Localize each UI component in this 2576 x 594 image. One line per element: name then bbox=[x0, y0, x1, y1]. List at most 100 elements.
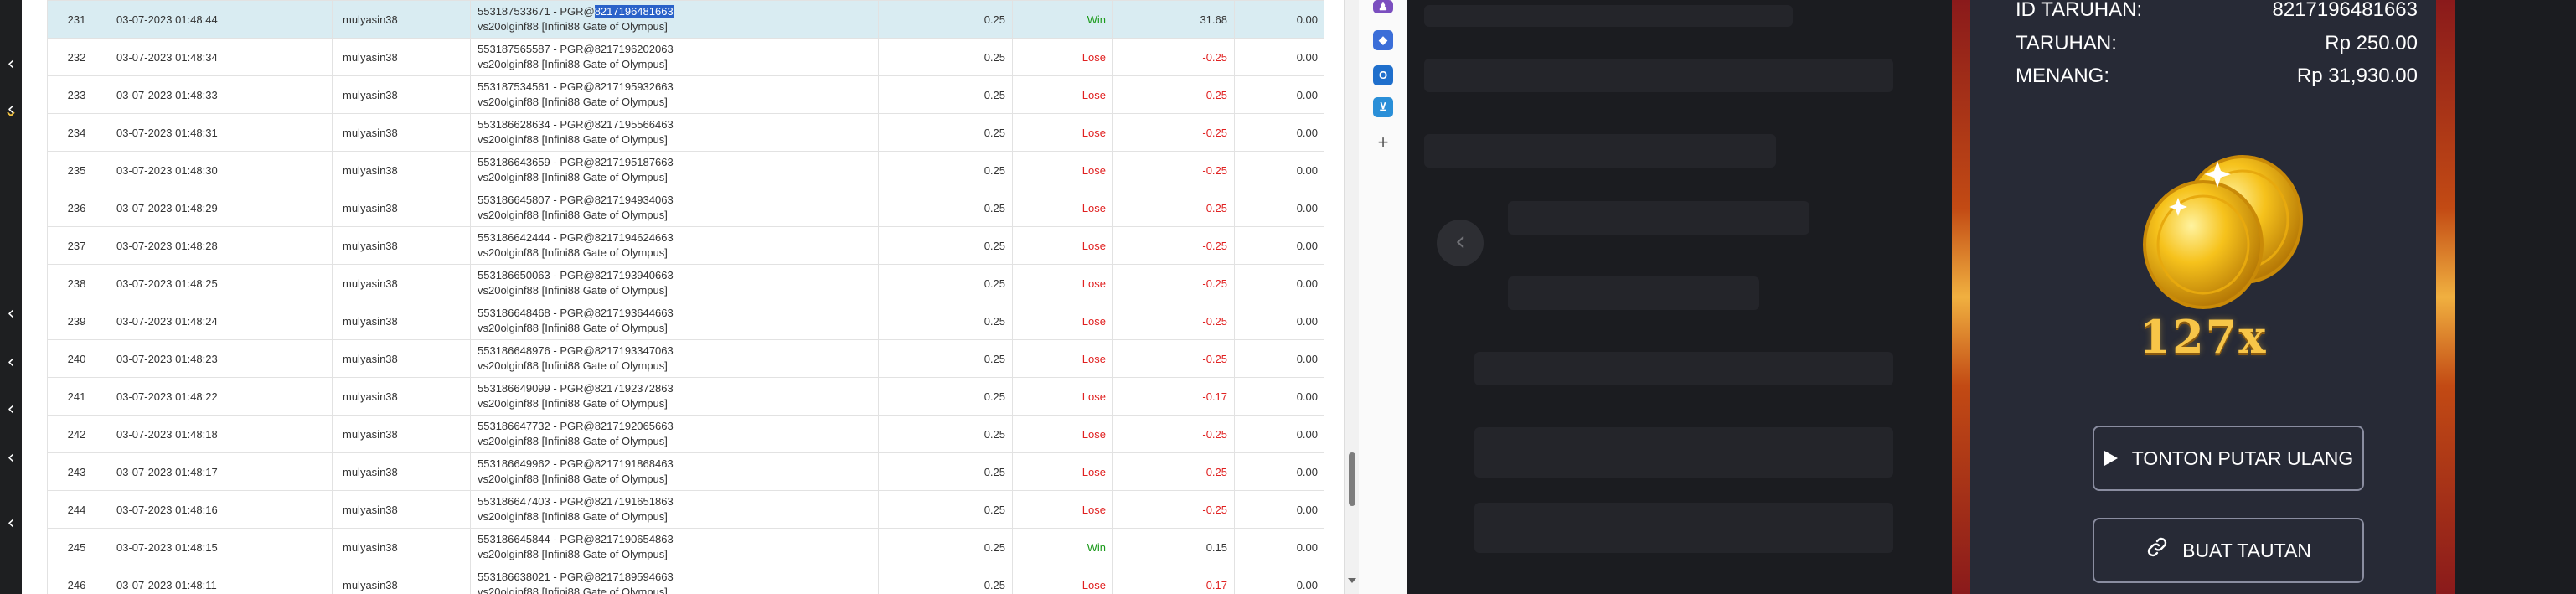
row-username: mulyasin38 bbox=[332, 339, 471, 378]
round-id[interactable]: 8217191868463 bbox=[595, 457, 674, 470]
row-balance: 0.00 bbox=[1234, 226, 1324, 265]
row-result: Lose bbox=[1012, 490, 1113, 529]
bet-id-value: 8217196481663 bbox=[2272, 0, 2418, 21]
game-name: vs20olginf88 [Infini88 Gate of Olympus] bbox=[478, 284, 668, 297]
row-result: Lose bbox=[1012, 452, 1113, 491]
table-row[interactable]: 231 03-07-2023 01:48:44 mulyasin38 55318… bbox=[47, 0, 1324, 39]
play-icon bbox=[2104, 429, 2119, 491]
chevron-down-icon[interactable]: ⌄ bbox=[0, 101, 22, 122]
row-username: mulyasin38 bbox=[332, 151, 471, 189]
left-sidebar: ‹ ‹ ⌄ ‹ ‹ ‹ ‹ ‹ bbox=[0, 0, 22, 594]
chevron-left-icon[interactable]: ‹ bbox=[0, 303, 22, 325]
round-id[interactable]: 8217190654863 bbox=[595, 533, 674, 545]
row-number: 241 bbox=[47, 377, 106, 416]
round-id[interactable]: 8217192372863 bbox=[595, 382, 674, 395]
round-id[interactable]: 8217193347063 bbox=[595, 344, 674, 357]
plus-icon[interactable]: + bbox=[1373, 132, 1393, 152]
scrollbar-thumb[interactable] bbox=[1349, 452, 1355, 506]
bet-id-row: ID TARUHAN: 8217196481663 bbox=[2016, 0, 2418, 23]
table-row[interactable]: 241 03-07-2023 01:48:22 mulyasin38 55318… bbox=[47, 377, 1324, 416]
chevron-left-icon[interactable]: ‹ bbox=[0, 352, 22, 374]
row-winlose: 0.15 bbox=[1112, 528, 1235, 566]
row-result: Win bbox=[1012, 528, 1113, 566]
chevron-left-icon[interactable]: ‹ bbox=[0, 54, 22, 75]
row-result: Lose bbox=[1012, 189, 1113, 227]
game-name: vs20olginf88 [Infini88 Gate of Olympus] bbox=[478, 133, 668, 146]
row-winlose: -0.25 bbox=[1112, 151, 1235, 189]
round-id[interactable]: 8217193940663 bbox=[595, 269, 674, 282]
chevron-left-icon[interactable]: ‹ bbox=[0, 513, 22, 535]
vertical-scrollbar[interactable] bbox=[1344, 0, 1359, 594]
row-date: 03-07-2023 01:48:22 bbox=[106, 377, 333, 416]
row-description: 553186649962 - PGR@8217191868463 vs20olg… bbox=[470, 452, 879, 491]
scroll-down-arrow-icon[interactable] bbox=[1348, 578, 1356, 583]
shopping-icon[interactable]: ⊻ bbox=[1373, 97, 1393, 117]
table-row[interactable]: 239 03-07-2023 01:48:24 mulyasin38 55318… bbox=[47, 302, 1324, 340]
round-id[interactable]: 8217196481663 bbox=[594, 5, 674, 18]
chevron-left-icon[interactable]: ‹ bbox=[0, 399, 22, 421]
table-row[interactable]: 233 03-07-2023 01:48:33 mulyasin38 55318… bbox=[47, 75, 1324, 114]
row-result: Lose bbox=[1012, 339, 1113, 378]
row-number: 235 bbox=[47, 151, 106, 189]
round-id[interactable]: 8217195932663 bbox=[595, 80, 674, 93]
round-id[interactable]: 8217191651863 bbox=[595, 495, 674, 508]
browser-sidebar: ♟ ◆ O ⊻ + bbox=[1359, 0, 1407, 594]
copilot-icon[interactable]: ◆ bbox=[1373, 30, 1393, 50]
row-description: 553187534561 - PGR@8217195932663 vs20olg… bbox=[470, 75, 879, 114]
description-prefix: 553186647403 - PGR@ bbox=[478, 495, 595, 508]
bet-id-label: ID TARUHAN: bbox=[2016, 0, 2143, 21]
row-description: 553186628634 - PGR@8217195566463 vs20olg… bbox=[470, 113, 879, 152]
row-result: Lose bbox=[1012, 415, 1113, 453]
bet-amount-label: TARUHAN: bbox=[2016, 32, 2117, 54]
row-winlose: -0.17 bbox=[1112, 377, 1235, 416]
table-row[interactable]: 238 03-07-2023 01:48:25 mulyasin38 55318… bbox=[47, 264, 1324, 302]
round-id[interactable]: 8217195187663 bbox=[595, 156, 674, 168]
round-id[interactable]: 8217196202063 bbox=[595, 43, 674, 55]
profile-icon[interactable]: ♟ bbox=[1373, 0, 1393, 13]
row-winlose: -0.25 bbox=[1112, 189, 1235, 227]
row-winlose: -0.25 bbox=[1112, 302, 1235, 340]
table-row[interactable]: 246 03-07-2023 01:48:11 mulyasin38 55318… bbox=[47, 566, 1324, 594]
row-bet: 0.25 bbox=[878, 151, 1013, 189]
table-row[interactable]: 240 03-07-2023 01:48:23 mulyasin38 55318… bbox=[47, 339, 1324, 378]
row-bet: 0.25 bbox=[878, 377, 1013, 416]
description-prefix: 553187533671 - PGR@ bbox=[478, 5, 595, 18]
chevron-left-icon[interactable]: ‹ bbox=[0, 447, 22, 469]
table-row[interactable]: 236 03-07-2023 01:48:29 mulyasin38 55318… bbox=[47, 189, 1324, 227]
row-balance: 0.00 bbox=[1234, 339, 1324, 378]
game-name: vs20olginf88 [Infini88 Gate of Olympus] bbox=[478, 96, 668, 108]
table-row[interactable]: 235 03-07-2023 01:48:30 mulyasin38 55318… bbox=[47, 151, 1324, 189]
row-balance: 0.00 bbox=[1234, 151, 1324, 189]
round-id[interactable]: 8217193644663 bbox=[595, 307, 674, 319]
table-row[interactable]: 243 03-07-2023 01:48:17 mulyasin38 55318… bbox=[47, 452, 1324, 491]
description-prefix: 553186643659 - PGR@ bbox=[478, 156, 595, 168]
round-id[interactable]: 8217194934063 bbox=[595, 194, 674, 206]
round-id[interactable]: 8217189594663 bbox=[595, 571, 674, 583]
row-description: 553186645807 - PGR@8217194934063 vs20olg… bbox=[470, 189, 879, 227]
row-username: mulyasin38 bbox=[332, 38, 471, 76]
description-prefix: 553187534561 - PGR@ bbox=[478, 80, 595, 93]
description-prefix: 553187565587 - PGR@ bbox=[478, 43, 595, 55]
bet-amount-row: TARUHAN: Rp 250.00 bbox=[2016, 31, 2418, 56]
row-result: Lose bbox=[1012, 264, 1113, 302]
row-bet: 0.25 bbox=[878, 0, 1013, 39]
back-arrow-icon[interactable]: ‹ bbox=[1437, 220, 1484, 266]
create-link-button[interactable]: BUAT TAUTAN bbox=[2093, 518, 2364, 583]
round-id[interactable]: 8217192065663 bbox=[595, 420, 674, 432]
row-username: mulyasin38 bbox=[332, 113, 471, 152]
description-prefix: 553186649962 - PGR@ bbox=[478, 457, 595, 470]
bet-result-content: ID TARUHAN: 8217196481663 TARUHAN: Rp 25… bbox=[1970, 0, 2436, 594]
table-row[interactable]: 245 03-07-2023 01:48:15 mulyasin38 55318… bbox=[47, 528, 1324, 566]
table-row[interactable]: 237 03-07-2023 01:48:28 mulyasin38 55318… bbox=[47, 226, 1324, 265]
table-row[interactable]: 232 03-07-2023 01:48:34 mulyasin38 55318… bbox=[47, 38, 1324, 76]
round-id[interactable]: 8217195566463 bbox=[595, 118, 674, 131]
round-id[interactable]: 8217194624663 bbox=[595, 231, 674, 244]
table-row[interactable]: 244 03-07-2023 01:48:16 mulyasin38 55318… bbox=[47, 490, 1324, 529]
game-name: vs20olginf88 [Infini88 Gate of Olympus] bbox=[478, 246, 668, 259]
table-row[interactable]: 242 03-07-2023 01:48:18 mulyasin38 55318… bbox=[47, 415, 1324, 453]
row-number: 237 bbox=[47, 226, 106, 265]
row-winlose: -0.17 bbox=[1112, 566, 1235, 594]
outlook-icon[interactable]: O bbox=[1373, 65, 1393, 85]
table-row[interactable]: 234 03-07-2023 01:48:31 mulyasin38 55318… bbox=[47, 113, 1324, 152]
watch-replay-button[interactable]: TONTON PUTAR ULANG bbox=[2093, 426, 2364, 491]
